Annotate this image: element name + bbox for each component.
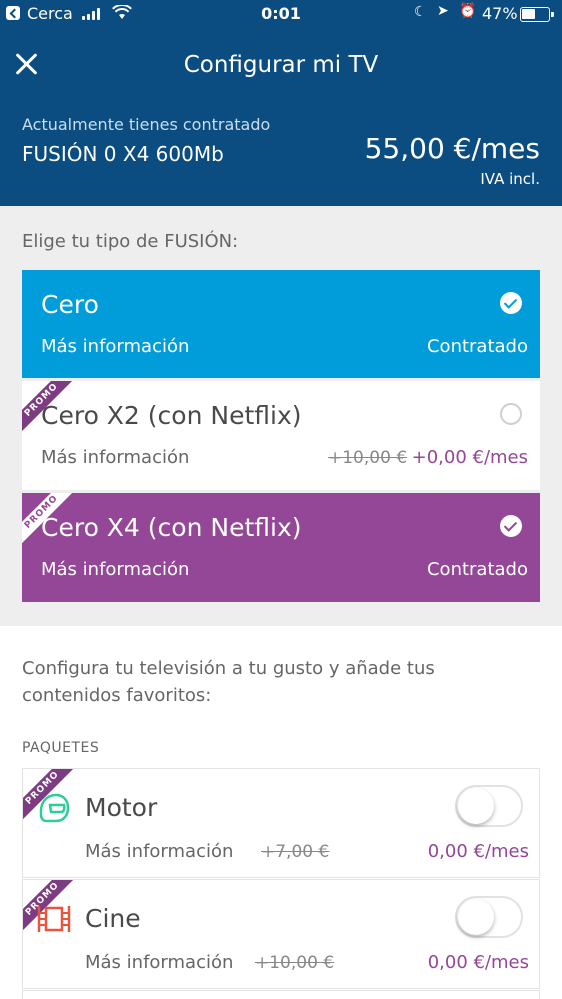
package-name: Motor: [85, 793, 158, 822]
status-contratado: Contratado: [426, 336, 528, 357]
battery-icon: [520, 7, 554, 22]
option-name: Cero: [41, 290, 99, 319]
current-plan-name: FUSIÓN 0 X4 600Mb: [22, 142, 224, 166]
status-contratado: Contratado: [426, 559, 528, 580]
checkmark-icon: [500, 292, 522, 314]
film-icon: [37, 906, 71, 932]
package-price: 0,00 €/mes: [427, 952, 529, 973]
iva-note: IVA incl.: [480, 170, 540, 188]
helmet-icon: [39, 793, 70, 823]
package-next-partial: [22, 990, 540, 999]
option-name: Cero X4 (con Netflix): [41, 513, 302, 542]
promo-price: +0,00 €/mes: [411, 447, 528, 468]
more-info-link[interactable]: Más información: [85, 841, 233, 862]
old-price: +10,00 €: [255, 953, 335, 973]
more-info-link[interactable]: Más información: [41, 336, 189, 357]
fusion-option-cero-x2[interactable]: PROMO Cero X2 (con Netflix) Más informac…: [22, 381, 540, 490]
header: Cerca 0:01 ☾ ➤ ⏰ 47% Configurar mi TV Ac…: [0, 0, 562, 206]
toggle-knob: [458, 788, 494, 824]
more-info-link[interactable]: Más información: [41, 559, 189, 580]
moon-icon: ☾: [414, 4, 427, 20]
more-info-link[interactable]: Más información: [85, 952, 233, 973]
fusion-option-cero-x4[interactable]: PROMO Cero X4 (con Netflix) Más informac…: [22, 493, 540, 602]
package-cine[interactable]: PROMO Cine Más información +10,00 € 0,00…: [22, 879, 540, 989]
page-title: Configurar mi TV: [183, 52, 379, 78]
package-motor[interactable]: PROMO Motor Más información +7,00 € 0,00…: [22, 768, 540, 878]
fusion-option-cero[interactable]: Cero Más información Contratado: [22, 270, 540, 378]
alarm-icon: ⏰: [459, 3, 477, 19]
package-toggle[interactable]: [455, 785, 523, 827]
toggle-knob: [458, 899, 494, 935]
checkmark-icon: [500, 515, 522, 537]
package-toggle[interactable]: [455, 896, 523, 938]
fusion-section-label: Elige tu tipo de FUSIÓN:: [22, 231, 239, 252]
location-icon: ➤: [437, 3, 449, 19]
current-plan-price: 55,00 €/mes: [364, 132, 540, 165]
config-description: Configura tu televisión a tu gusto y aña…: [22, 658, 435, 706]
package-name: Cine: [85, 904, 141, 933]
option-name: Cero X2 (con Netflix): [41, 401, 302, 430]
status-bar: Cerca 0:01 ☾ ➤ ⏰ 47%: [0, 0, 562, 30]
more-info-link[interactable]: Más información: [41, 447, 189, 468]
old-price: +10,00 €: [328, 448, 408, 468]
old-price: +7,00 €: [261, 842, 330, 862]
clock: 0:01: [261, 4, 301, 23]
radio-unselected-icon[interactable]: [500, 403, 522, 425]
battery-percent: 47%: [482, 4, 518, 23]
current-plan-label: Actualmente tienes contratado: [22, 115, 271, 134]
package-price: 0,00 €/mes: [427, 841, 529, 862]
paquetes-label: PAQUETES: [22, 740, 100, 756]
